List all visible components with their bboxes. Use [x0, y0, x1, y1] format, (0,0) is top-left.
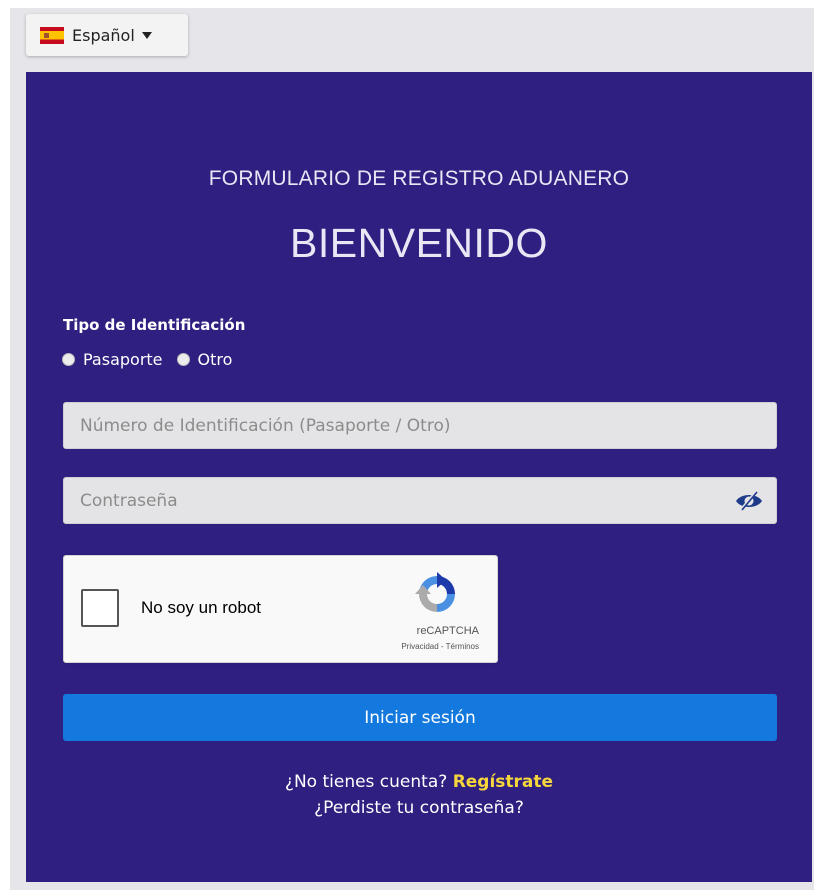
signup-prompt-line: ¿No tienes cuenta? Regístrate: [26, 772, 812, 792]
caret-down-icon: [141, 31, 152, 39]
recaptcha-brand-text: reCAPTCHA: [416, 625, 479, 637]
radio-circle-icon[interactable]: [62, 353, 75, 366]
id-type-label: Tipo de Identificación: [63, 316, 246, 334]
id-number-input[interactable]: [63, 402, 777, 449]
radio-passport[interactable]: Pasaporte: [62, 350, 163, 369]
forgot-password-link[interactable]: ¿Perdiste tu contraseña?: [26, 798, 812, 818]
id-type-radio-group: Pasaporte Otro: [62, 350, 246, 369]
recaptcha-widget: No soy un robot reCAPTCHA Privacidad - T…: [63, 555, 498, 663]
radio-circle-icon[interactable]: [176, 353, 190, 366]
recaptcha-logo-icon: [415, 572, 455, 612]
radio-passport-label: Pasaporte: [83, 350, 163, 369]
login-button[interactable]: Iniciar sesión: [63, 694, 777, 741]
signup-link[interactable]: Regístrate: [453, 772, 553, 792]
radio-other-label: Otro: [197, 350, 233, 369]
password-toggle-button[interactable]: [732, 488, 766, 514]
language-label: Español: [72, 25, 135, 45]
recaptcha-privacy-terms-links[interactable]: Privacidad - Términos: [364, 642, 479, 651]
password-input[interactable]: [63, 477, 777, 524]
login-panel: FORMULARIO DE REGISTRO ADUANERO BIENVENI…: [26, 72, 812, 882]
eye-slash-icon: [736, 491, 762, 511]
language-selector[interactable]: Español: [26, 14, 188, 56]
form-subtitle: FORMULARIO DE REGISTRO ADUANERO: [208, 167, 630, 190]
page-title: BIENVENIDO: [290, 220, 548, 266]
recaptcha-label: No soy un robot: [141, 598, 262, 617]
spain-flag-icon: [40, 26, 64, 44]
recaptcha-checkbox[interactable]: [81, 589, 119, 627]
signup-prompt-text: ¿No tienes cuenta?: [284, 772, 448, 792]
radio-other[interactable]: Otro: [176, 350, 233, 369]
